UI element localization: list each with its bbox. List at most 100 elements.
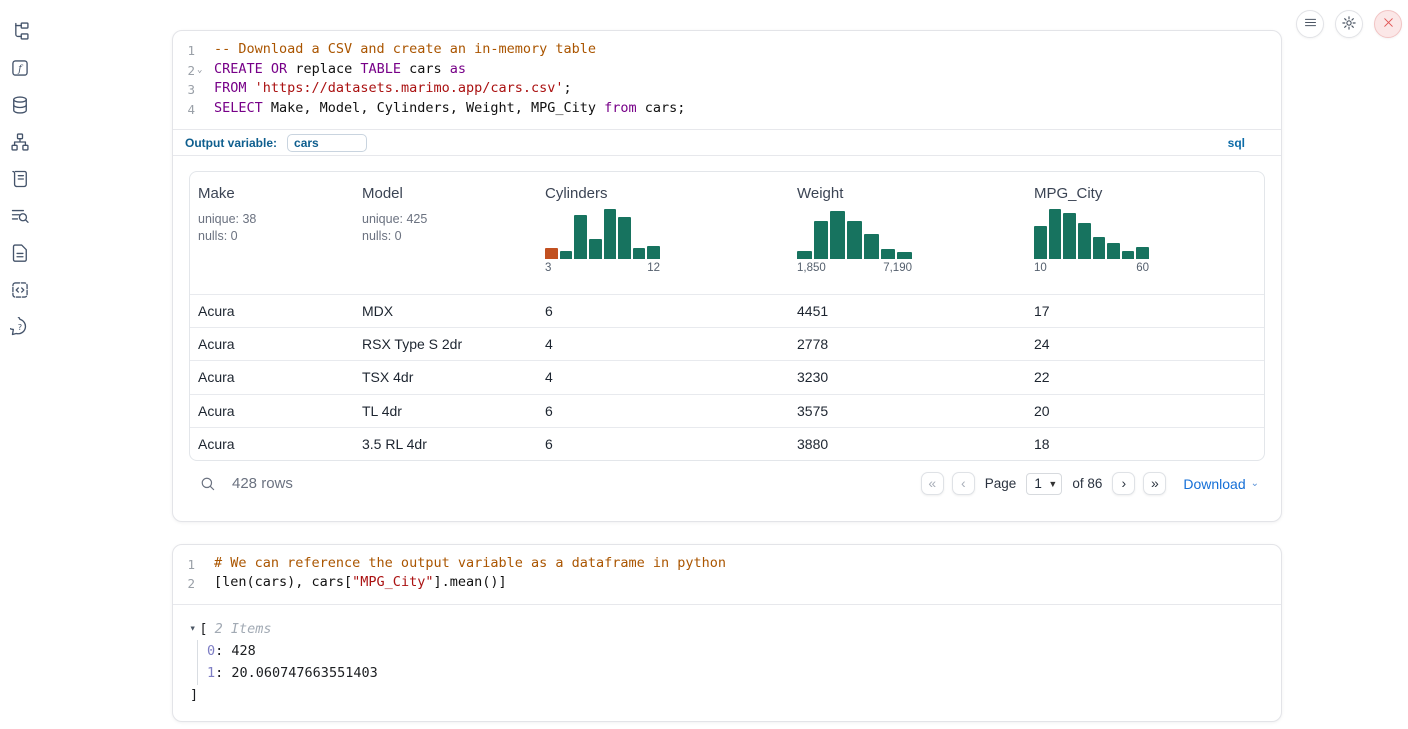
- sidebar-item-snippets[interactable]: [8, 279, 32, 303]
- code-line: [len(cars), cars["MPG_City"].mean()]: [214, 573, 726, 593]
- sidebar-item-logs[interactable]: [8, 205, 32, 229]
- histogram-bar[interactable]: [574, 215, 587, 259]
- sidebar: f ?: [8, 20, 36, 340]
- items-count-label: 2 Items: [215, 618, 272, 640]
- table-row[interactable]: Acura3.5 RL 4dr6388018: [190, 427, 1264, 460]
- close-icon: [1382, 16, 1395, 32]
- table-cell: 6: [537, 436, 789, 452]
- table-cell: 2778: [789, 336, 1026, 352]
- sidebar-item-datasources[interactable]: [8, 94, 32, 118]
- svg-text:f: f: [17, 63, 24, 74]
- histogram-bar[interactable]: [830, 211, 845, 259]
- output-variable-input[interactable]: [287, 134, 367, 152]
- histogram-bar[interactable]: [647, 246, 660, 259]
- histogram-bar[interactable]: [881, 249, 896, 259]
- sql-code-editor[interactable]: 12⌄34 -- Download a CSV and create an in…: [173, 31, 1281, 129]
- column-header-model[interactable]: Model unique: 425 nulls: 0: [354, 172, 537, 294]
- chevron-down-icon: ▼: [1048, 479, 1057, 489]
- window-controls: [1296, 10, 1402, 38]
- table-cell: MDX: [354, 303, 537, 319]
- python-cell-output: ▼ [ 2 Items 0: 4281: 20.060747663551403 …: [173, 605, 1281, 721]
- sql-code: -- Download a CSV and create an in-memor…: [195, 40, 685, 119]
- table-row[interactable]: AcuraTSX 4dr4323022: [190, 360, 1264, 393]
- weight-histogram[interactable]: 1,850 7,190: [797, 207, 912, 274]
- sidebar-item-dependency-graph[interactable]: [8, 131, 32, 155]
- line-number: 2: [173, 574, 195, 594]
- line-number: 1: [173, 41, 195, 61]
- histogram-bar[interactable]: [1034, 226, 1047, 259]
- prev-page-button[interactable]: ‹: [952, 472, 975, 495]
- page-select[interactable]: 1 ▼: [1026, 473, 1062, 495]
- code-line: FROM 'https://datasets.marimo.app/cars.c…: [214, 79, 685, 99]
- next-page-button[interactable]: ›: [1112, 472, 1135, 495]
- first-page-button[interactable]: «: [921, 472, 944, 495]
- gear-icon: [1341, 15, 1357, 34]
- histogram-bar[interactable]: [633, 248, 646, 259]
- histogram-bar[interactable]: [560, 251, 573, 259]
- line-number: 3: [173, 80, 195, 100]
- line-number-gutter: 12: [173, 554, 195, 594]
- table-cell: 3575: [789, 403, 1026, 419]
- shutdown-button[interactable]: [1374, 10, 1402, 38]
- sidebar-item-help[interactable]: ?: [8, 316, 32, 340]
- column-header-weight[interactable]: Weight 1,850 7,190: [789, 172, 1026, 294]
- histogram-bar[interactable]: [1063, 213, 1076, 259]
- column-header-mpg-city[interactable]: MPG_City 10 60: [1026, 172, 1264, 294]
- download-button[interactable]: Download ⌄: [1183, 476, 1259, 492]
- table-cell: 22: [1026, 369, 1264, 385]
- histogram-bar[interactable]: [604, 209, 617, 259]
- column-header-cylinders[interactable]: Cylinders 3 12: [537, 172, 789, 294]
- table-cell: TL 4dr: [354, 403, 537, 419]
- mpg-city-histogram[interactable]: 10 60: [1034, 207, 1149, 274]
- histogram-bar[interactable]: [814, 221, 829, 259]
- sidebar-item-scratchpad[interactable]: [8, 168, 32, 192]
- histogram-bar[interactable]: [864, 234, 879, 259]
- column-stats: unique: 38 nulls: 0: [198, 211, 346, 245]
- tree-item: 1: 20.060747663551403: [207, 662, 1265, 685]
- menu-button[interactable]: [1296, 10, 1324, 38]
- sidebar-item-documentation[interactable]: [8, 242, 32, 266]
- fold-chevron-icon[interactable]: ⌄: [197, 61, 202, 81]
- language-badge: sql: [1228, 136, 1245, 150]
- table-cell: 4451: [789, 303, 1026, 319]
- column-header-make[interactable]: Make unique: 38 nulls: 0: [190, 172, 354, 294]
- sidebar-item-functions[interactable]: f: [8, 57, 32, 81]
- database-icon: [10, 95, 30, 118]
- column-stats: unique: 425 nulls: 0: [362, 211, 529, 245]
- histogram-bar[interactable]: [1107, 243, 1120, 259]
- page-total-label: of 86: [1072, 476, 1102, 491]
- search-icon[interactable]: [199, 475, 217, 493]
- line-number: 2⌄: [173, 61, 195, 81]
- histogram-bar[interactable]: [847, 221, 862, 259]
- collapse-chevron-icon[interactable]: ▼: [191, 620, 195, 638]
- histogram-bar[interactable]: [1078, 223, 1091, 259]
- histogram-bar[interactable]: [1049, 209, 1062, 259]
- last-page-button[interactable]: »: [1143, 472, 1166, 495]
- scratchpad-icon: [10, 169, 30, 192]
- table-row[interactable]: AcuraTL 4dr6357520: [190, 394, 1264, 427]
- histogram-bar[interactable]: [797, 251, 812, 259]
- page-label: Page: [985, 476, 1017, 491]
- table-cell: Acura: [190, 436, 354, 452]
- cylinders-histogram[interactable]: 3 12: [545, 207, 660, 274]
- table-cell: 18: [1026, 436, 1264, 452]
- histogram-bar[interactable]: [1122, 251, 1135, 259]
- histogram-bar[interactable]: [589, 239, 602, 259]
- histogram-bar[interactable]: [1093, 237, 1106, 259]
- table-cell: 4: [537, 336, 789, 352]
- table-cell: 3230: [789, 369, 1026, 385]
- histogram-bar[interactable]: [897, 252, 912, 259]
- python-code-editor[interactable]: 12 # We can reference the output variabl…: [173, 545, 1281, 604]
- table-row[interactable]: AcuraRSX Type S 2dr4277824: [190, 327, 1264, 360]
- histogram-bar[interactable]: [618, 217, 631, 259]
- settings-button[interactable]: [1335, 10, 1363, 38]
- sidebar-item-file-explorer[interactable]: [8, 20, 32, 44]
- histogram-bar[interactable]: [545, 248, 558, 259]
- tree-items: 0: 4281: 20.060747663551403: [197, 640, 1265, 685]
- table-row[interactable]: AcuraMDX6445117: [190, 294, 1264, 327]
- table-footer: 428 rows « ‹ Page 1 ▼ of 86 › » Download…: [189, 463, 1265, 505]
- histogram-bar[interactable]: [1136, 247, 1149, 259]
- table-cell: Acura: [190, 403, 354, 419]
- dependency-graph-icon: [10, 132, 30, 155]
- chevron-down-icon: ⌄: [1251, 478, 1259, 489]
